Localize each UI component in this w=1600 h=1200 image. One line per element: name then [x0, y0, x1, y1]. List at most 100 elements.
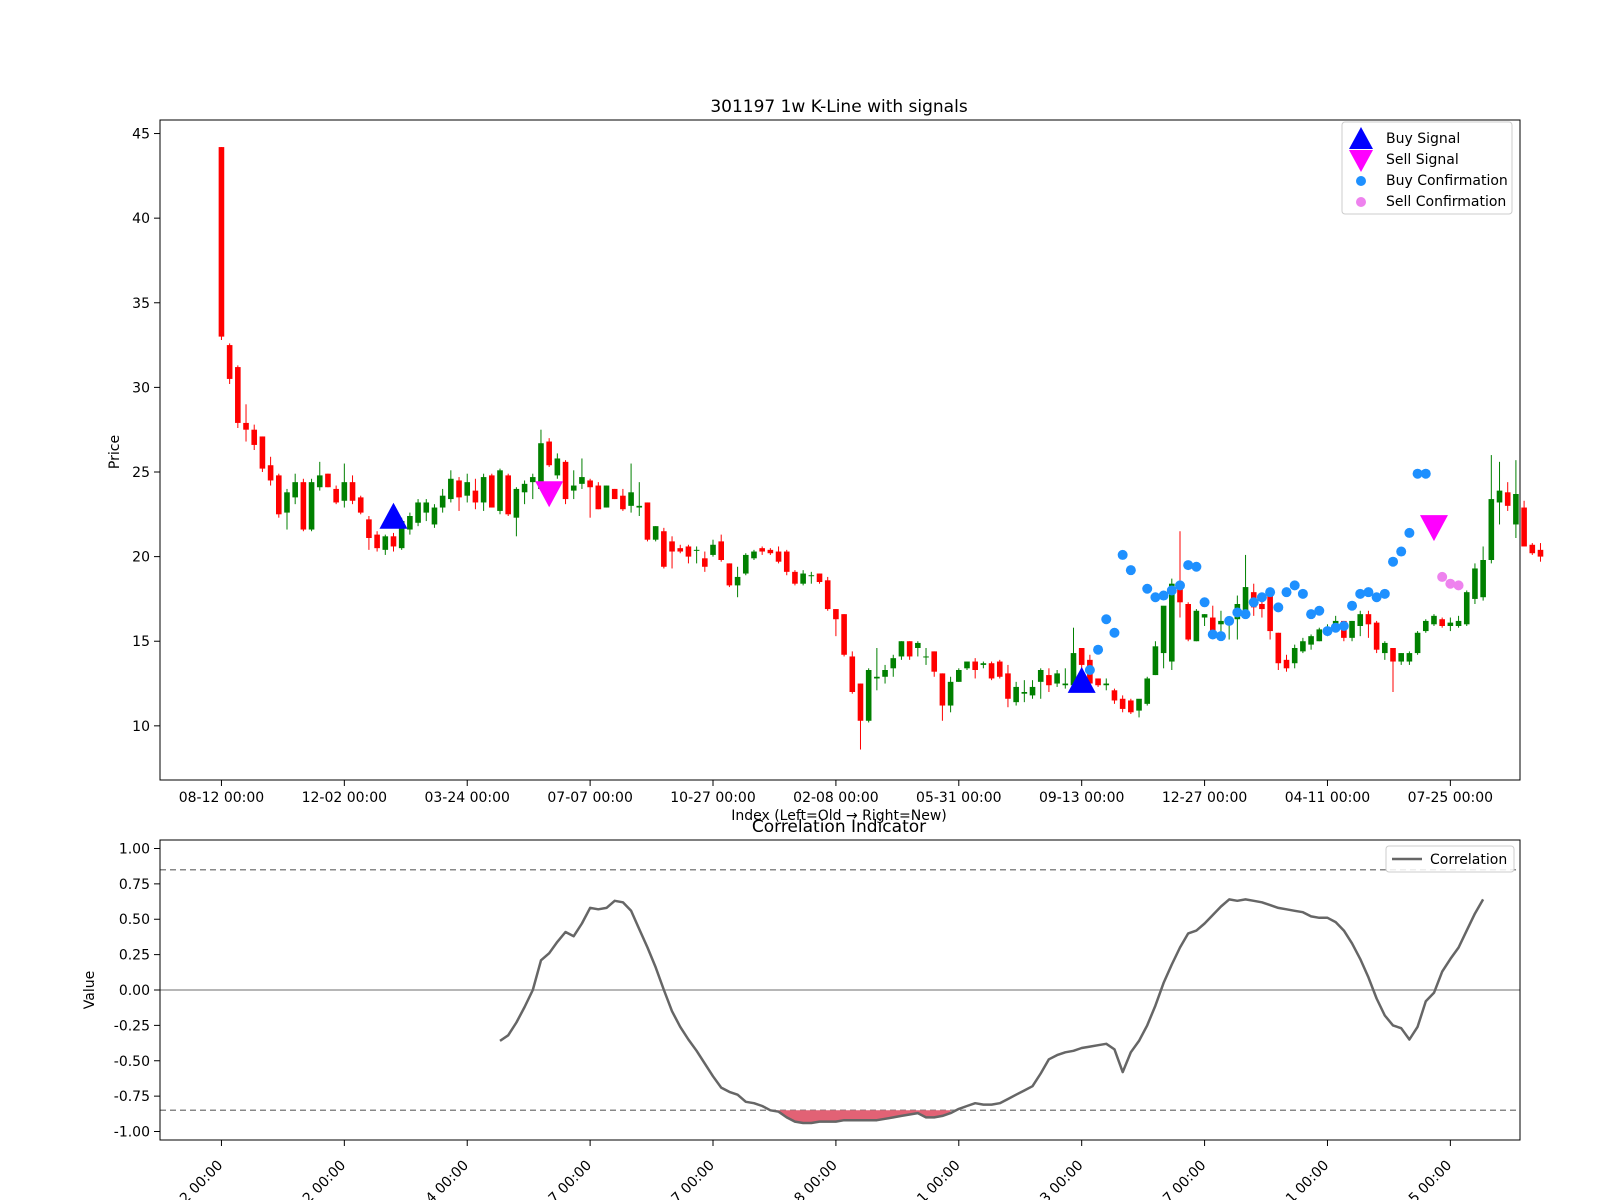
buy-confirmation-dot: [1125, 565, 1136, 576]
buy-confirmation-dot: [1396, 546, 1407, 557]
kline-xtick-label: 02-08 00:00: [793, 790, 878, 806]
candle-body: [915, 642, 921, 648]
candle-body: [1128, 700, 1134, 713]
candle-body: [759, 548, 765, 552]
legend-buy-signal: Buy Signal: [1386, 131, 1460, 147]
candle-body: [546, 441, 552, 466]
buy-confirmation-dot: [1142, 583, 1153, 594]
candle-body: [1029, 686, 1036, 696]
candle-body: [726, 563, 733, 586]
candle-body: [456, 480, 462, 498]
corr-legend: Correlation: [1385, 845, 1515, 873]
buy-confirmation-dot: [1388, 556, 1399, 567]
kline-ytick-label: 40: [132, 211, 150, 227]
candle-body: [980, 663, 987, 665]
buy-confirmation-dot: [1199, 597, 1210, 608]
candle-body: [1349, 620, 1355, 638]
candle-body: [816, 573, 823, 582]
sell-confirmation-dot: [1437, 571, 1448, 582]
candle-body: [300, 482, 307, 530]
candle-body: [1275, 632, 1282, 664]
candle-body: [521, 483, 528, 493]
candle-body: [620, 495, 626, 510]
candle-body: [1013, 686, 1019, 703]
candle-body: [243, 422, 249, 430]
candle-body: [833, 609, 839, 620]
candle-body: [1373, 622, 1380, 650]
legend-sell-signal: Sell Signal: [1386, 152, 1459, 168]
kline-ytick-label: 25: [132, 465, 150, 481]
candle-body: [1316, 629, 1323, 642]
candle-body: [767, 549, 774, 554]
kline-ylabel: Price: [107, 435, 123, 469]
candle-body: [882, 670, 888, 677]
corr-xtick-label: 3 00:00: [1037, 1158, 1086, 1200]
candle-body: [505, 475, 511, 515]
kline-xtick-label: 10-27 00:00: [670, 790, 755, 806]
buy-confirmation-dot: [1175, 580, 1185, 591]
candle-body: [226, 345, 233, 379]
candle-body: [1382, 642, 1388, 654]
kline-ytick-label: 45: [132, 127, 150, 143]
candle-body: [579, 477, 585, 484]
candle-body: [431, 507, 438, 525]
buy-confirmation-legend-icon: [1356, 176, 1366, 186]
candle-body: [316, 475, 323, 488]
candle-body: [1513, 494, 1519, 525]
candle-body: [1472, 568, 1478, 599]
candle-body: [587, 480, 593, 488]
candle-body: [1185, 604, 1191, 640]
candle-body: [677, 548, 684, 552]
candle-body: [415, 502, 421, 523]
candle-body: [824, 580, 831, 610]
candle-body: [390, 536, 397, 547]
candle-body: [489, 475, 495, 508]
candle-body: [292, 482, 298, 498]
candle-body: [464, 482, 471, 496]
buy-confirmation-dot: [1240, 609, 1251, 620]
candle-body: [947, 681, 954, 706]
candle-body: [964, 661, 970, 669]
candle-body: [1463, 592, 1470, 625]
candle-body: [472, 490, 479, 503]
candle-body: [742, 554, 749, 574]
candle-body: [448, 478, 454, 500]
corr-ytick-label: -0.25: [114, 1018, 150, 1034]
candle-body: [1398, 653, 1405, 662]
candle-body: [554, 458, 561, 476]
buy-confirmation-dot: [1191, 561, 1202, 572]
candle-body: [1267, 595, 1273, 632]
buy-confirmation-dot: [1379, 588, 1390, 599]
candle-body: [1521, 507, 1527, 547]
buy-confirmation-dot: [1289, 580, 1300, 591]
candle-body: [595, 485, 602, 510]
candle-body: [1152, 646, 1159, 676]
corr-ytick-label: 0.50: [119, 912, 150, 928]
candle-body: [1504, 492, 1511, 506]
candle-body: [366, 519, 372, 538]
candle-body: [636, 505, 643, 508]
candle-body: [1177, 588, 1183, 603]
candle-body: [1357, 614, 1364, 626]
corr-xtick-label: 7 00:00: [1160, 1158, 1209, 1200]
candle-body: [1259, 604, 1265, 610]
candle-body: [857, 683, 864, 721]
candle-body: [849, 656, 856, 692]
candle-body: [341, 482, 348, 501]
candle-body: [562, 461, 569, 500]
candle-body: [357, 497, 364, 513]
candle-body: [931, 651, 938, 672]
candle-body: [1201, 614, 1208, 618]
corr-xtick-label: 2 00:00: [300, 1158, 349, 1200]
candle-body: [783, 551, 790, 572]
candle-body: [325, 473, 331, 488]
buy-confirmation-dot: [1084, 665, 1095, 675]
candle-body: [800, 573, 806, 584]
kline-ytick-label: 30: [132, 380, 150, 396]
sell-confirmation-dot: [1453, 580, 1464, 591]
corr-xtick-label: 7 00:00: [546, 1158, 595, 1200]
buy-confirmation-dot: [1117, 549, 1128, 560]
candle-body: [1046, 675, 1052, 686]
sell-confirmation-legend-icon: [1356, 197, 1366, 207]
candle-body: [1119, 698, 1126, 709]
